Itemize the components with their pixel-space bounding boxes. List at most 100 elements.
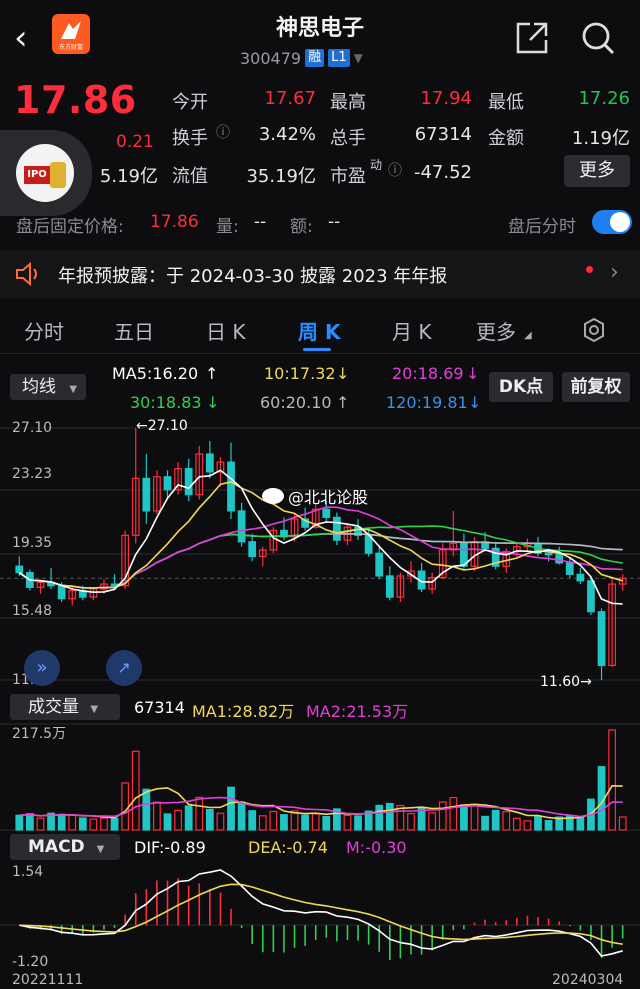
volume-ma2: MA2:21.53万 [306, 702, 409, 721]
volume-bar [153, 801, 161, 831]
price-change: 0.21 [116, 132, 154, 152]
watermark: @北北论股 [262, 484, 368, 508]
high-value: 17.94 [420, 88, 472, 109]
back-icon[interactable]: ‹ [14, 18, 44, 58]
volume-bar [36, 817, 45, 831]
volume-ma1: MA1:28.82万 [192, 702, 295, 721]
candle-body [597, 611, 606, 666]
turnover-label: 换手 [172, 128, 208, 149]
candle-body [205, 453, 214, 473]
notice-bar[interactable]: 年报预披露：于 2024-03-30 披露 2023 年年报 › [0, 250, 640, 298]
macd-y-bottom: -1.20 [12, 954, 49, 970]
ma20-arrow-icon: ↓ [466, 364, 480, 383]
volume-bar [502, 811, 511, 831]
volume-bar [248, 810, 257, 831]
ma5-arrow-icon: ↑ [205, 364, 219, 383]
ma-select[interactable]: 均线 ▼ [10, 374, 86, 400]
volume-select-label: 成交量 [28, 697, 79, 717]
volume-bar [25, 813, 34, 831]
candle-body [322, 508, 331, 519]
current-price: 17.86 [14, 78, 137, 122]
volume-bar [163, 813, 172, 831]
search-icon[interactable] [580, 20, 616, 56]
forward-adjust-button[interactable]: 前复权 [562, 372, 630, 402]
kline-chart[interactable] [0, 414, 640, 690]
ma120-line [18, 532, 623, 589]
macd-select[interactable]: MACD ▼ [10, 834, 120, 860]
info-icon[interactable]: ⓘ [216, 122, 230, 142]
volume-bar [534, 815, 542, 831]
tab-five-day[interactable]: 五日 [114, 316, 154, 345]
active-tab-indicator [303, 348, 331, 351]
expand-icon[interactable]: ↗ [106, 650, 142, 686]
volume-bar [343, 814, 352, 831]
float-value: 35.19亿 [246, 166, 316, 187]
ma120-text: 120:19.81 [386, 393, 468, 412]
unread-dot [586, 266, 593, 273]
volume-bar [618, 816, 627, 831]
chevron-right-icon[interactable]: › [610, 260, 619, 285]
settings-icon[interactable] [580, 316, 608, 344]
low-marker-value: 11.60 [540, 674, 581, 690]
after-hours-vol-label: 量: [216, 217, 239, 237]
coin-stack-icon [50, 162, 66, 188]
high-marker: ←27.10 [136, 418, 188, 434]
volume-label: 总手 [330, 128, 366, 149]
tab-monthly-k[interactable]: 月 K [392, 316, 431, 345]
dropdown-icon[interactable]: ▼ [354, 51, 363, 65]
low-marker: 11.60→ [540, 674, 592, 690]
volume-bar [15, 814, 24, 831]
macd-dif: DIF:-0.89 [134, 838, 206, 857]
tab-intraday[interactable]: 分时 [24, 316, 64, 345]
candle-body [142, 477, 151, 512]
ma30-arrow-icon: ↓ [206, 393, 220, 412]
ma-select-label: 均线 [22, 377, 56, 397]
volume-value: 67314 [414, 124, 472, 145]
volume-bar [237, 801, 246, 831]
volume-bar [470, 803, 479, 831]
volume-bar [280, 814, 288, 831]
volume-bar [227, 786, 235, 831]
volume-bar [100, 817, 108, 831]
stock-code-row: 300479 融 L1 ▼ [240, 47, 363, 69]
ipo-label: IPO [24, 166, 50, 184]
volume-bar [142, 788, 151, 831]
volume-chart[interactable] [0, 722, 640, 832]
after-hours-toggle[interactable] [592, 210, 632, 234]
y-label-2: 23.23 [12, 466, 53, 482]
volume-select[interactable]: 成交量 ▼ [10, 694, 120, 720]
y-label-4: 15.48 [12, 603, 53, 619]
volume-bar [131, 750, 140, 831]
volume-bar [544, 820, 553, 831]
volume-bar [301, 814, 310, 831]
amount-value: 1.19亿 [571, 128, 630, 149]
more-button[interactable]: 更多 [564, 155, 630, 187]
ma30-text: 30:18.83 [130, 393, 202, 412]
tab-daily-k[interactable]: 日 K [206, 316, 245, 345]
candle-body [375, 552, 384, 577]
after-hours-row: 盘后固定价格: 17.86 量: -- 额: -- 盘后分时 [0, 204, 640, 240]
share-icon[interactable] [514, 20, 550, 56]
pe-label: 市盈 [330, 166, 366, 187]
tab-weekly-k[interactable]: 周 K [298, 316, 340, 345]
pe-dynamic-label: 动 [370, 158, 383, 172]
candle-body [332, 516, 341, 541]
volume-bar [68, 814, 77, 831]
volume-bar [354, 815, 362, 831]
header: ‹ 东方财富 神思电子 300479 融 L1 ▼ [0, 0, 640, 76]
open-value: 17.67 [264, 88, 316, 109]
volume-bar [460, 804, 468, 831]
macd-chart[interactable] [0, 860, 640, 970]
volume-bar [258, 815, 267, 831]
fast-forward-icon[interactable]: » [24, 650, 60, 686]
dk-point-button[interactable]: DK点 [489, 372, 553, 402]
ma5-text: MA5:16.20 [112, 364, 199, 383]
volume-bar [385, 802, 394, 831]
tab-more[interactable]: 更多 [476, 316, 516, 345]
notice-text: 年报预披露：于 2024-03-30 披露 2023 年年报 [58, 266, 448, 287]
period-tabs: 分时 五日 日 K 周 K 月 K 更多 ◢ [0, 306, 640, 354]
volume-bar [110, 817, 119, 831]
candle-body [385, 575, 394, 598]
candle-body [544, 552, 553, 556]
candle-body [184, 468, 193, 496]
